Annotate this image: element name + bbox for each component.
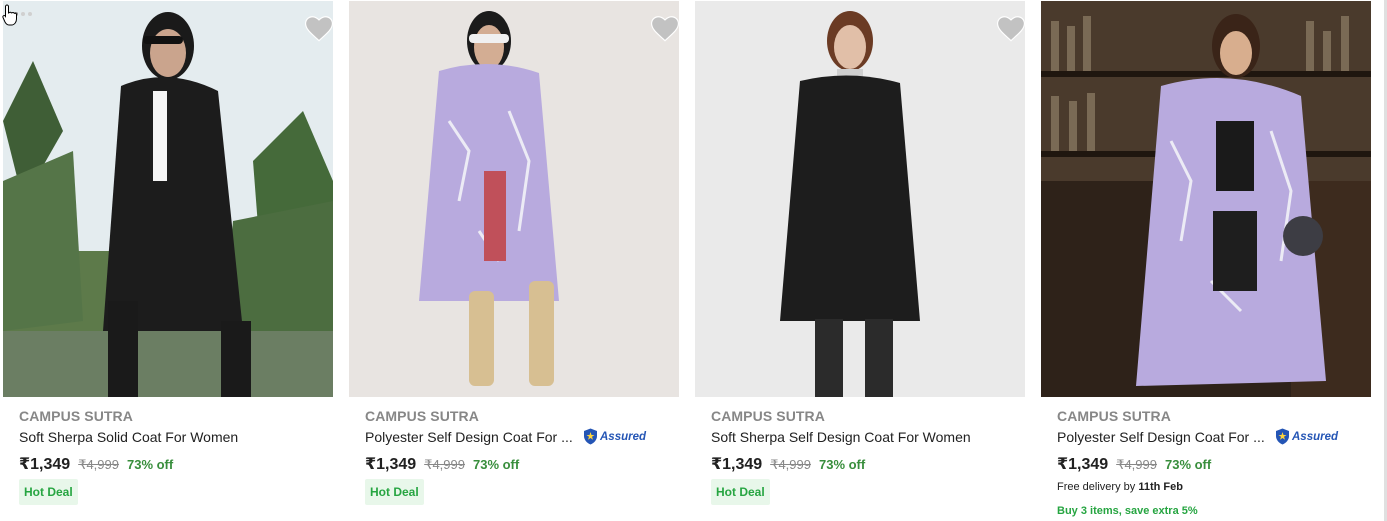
product-title[interactable]: Polyester Self Design Coat For ...	[365, 429, 573, 445]
product-mrp: ₹4,999	[770, 457, 811, 472]
product-price: ₹1,349	[19, 456, 71, 473]
hand-pointer-icon	[2, 4, 17, 26]
product-title[interactable]: Soft Sherpa Self Design Coat For Women	[711, 429, 971, 445]
product-card[interactable]: CAMPUS SUTRA Polyester Self Design Coat …	[346, 0, 692, 521]
shield-icon	[1276, 428, 1289, 445]
product-brand: CAMPUS SUTRA	[19, 408, 133, 424]
product-grid: CAMPUS SUTRA Soft Sherpa Solid Coat For …	[0, 0, 1387, 521]
carousel-dot[interactable]	[21, 12, 25, 16]
product-title[interactable]: Polyester Self Design Coat For ...	[1057, 429, 1265, 445]
heart-icon	[997, 16, 1025, 42]
delivery-date: 11th Feb	[1138, 481, 1183, 493]
product-brand: CAMPUS SUTRA	[711, 408, 825, 424]
product-card[interactable]: CAMPUS SUTRA Polyester Self Design Coat …	[1038, 0, 1384, 521]
price-row: ₹1,349 ₹4,999 73% off	[19, 454, 173, 474]
product-price: ₹1,349	[365, 456, 417, 473]
product-mrp: ₹4,999	[78, 457, 119, 472]
product-image[interactable]	[3, 1, 333, 397]
product-image[interactable]	[695, 1, 1025, 397]
heart-icon	[305, 16, 333, 42]
price-row: ₹1,349 ₹4,999 73% off	[1057, 454, 1211, 474]
shield-icon	[584, 428, 597, 445]
bulk-offer-text: Buy 3 items, save extra 5%	[1057, 505, 1198, 517]
hot-deal-badge: Hot Deal	[365, 479, 424, 505]
wishlist-button[interactable]	[997, 16, 1025, 42]
product-photo-lavender-coat-studio	[349, 1, 679, 397]
product-title[interactable]: Soft Sherpa Solid Coat For Women	[19, 429, 238, 445]
carousel-dot[interactable]	[28, 12, 32, 16]
assured-badge: Assured	[583, 428, 646, 445]
product-brand: CAMPUS SUTRA	[365, 408, 479, 424]
product-photo-lavender-coat-bar	[1041, 1, 1371, 397]
product-mrp: ₹4,999	[424, 457, 465, 472]
assured-label: Assured	[1292, 430, 1339, 443]
price-row: ₹1,349 ₹4,999 73% off	[711, 454, 865, 474]
hot-deal-badge: Hot Deal	[711, 479, 770, 505]
delivery-info: Free delivery by 11th Feb	[1057, 481, 1183, 493]
product-photo-black-coat-outdoor	[3, 1, 333, 397]
wishlist-button[interactable]	[651, 16, 679, 42]
product-discount: 73% off	[1164, 457, 1212, 472]
wishlist-button[interactable]	[305, 16, 333, 42]
product-discount: 73% off	[472, 457, 520, 472]
product-discount: 73% off	[126, 457, 174, 472]
product-price: ₹1,349	[711, 456, 763, 473]
hot-deal-badge: Hot Deal	[19, 479, 78, 505]
price-row: ₹1,349 ₹4,999 73% off	[365, 454, 519, 474]
delivery-prefix: Free delivery by	[1057, 481, 1136, 493]
heart-icon	[651, 16, 679, 42]
product-card[interactable]: CAMPUS SUTRA Soft Sherpa Self Design Coa…	[692, 0, 1038, 521]
product-image[interactable]	[349, 1, 679, 397]
product-price: ₹1,349	[1057, 456, 1109, 473]
product-mrp: ₹4,999	[1116, 457, 1157, 472]
product-photo-black-coat-studio	[695, 1, 1025, 397]
product-brand: CAMPUS SUTRA	[1057, 408, 1171, 424]
product-discount: 73% off	[818, 457, 866, 472]
assured-badge: Assured	[1275, 428, 1338, 445]
product-card[interactable]: CAMPUS SUTRA Soft Sherpa Solid Coat For …	[0, 0, 346, 521]
assured-label: Assured	[600, 430, 647, 443]
product-image[interactable]	[1041, 1, 1371, 397]
